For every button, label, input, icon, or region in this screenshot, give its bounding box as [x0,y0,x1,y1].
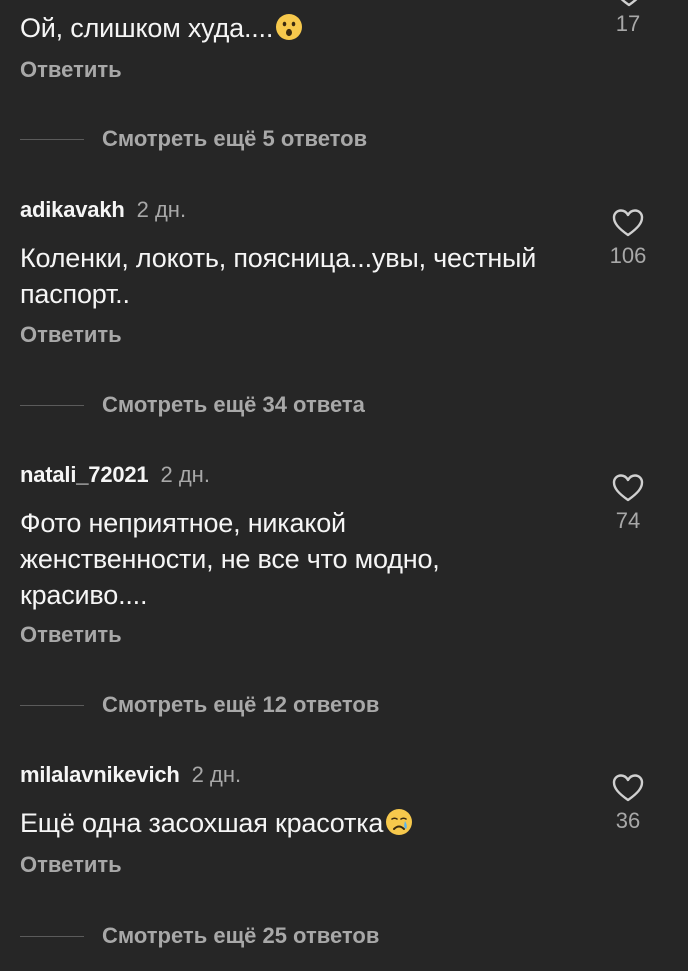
like-count: 36 [615,808,641,833]
comment-text: Ещё одна засохшая красотка [20,805,550,841]
like-column: 17 [598,10,658,38]
divider-line [20,138,84,140]
reply-button[interactable]: Ответить [20,621,122,649]
reply-button[interactable]: Ответить [20,56,122,84]
heart-icon[interactable] [612,473,644,503]
timestamp: 2 дн. [160,462,210,487]
username-link[interactable]: milalavnikevich [20,762,180,787]
comment-text-content: Ой, слишком худа.... [20,13,274,43]
crying-face-emoji [386,809,413,835]
username-link[interactable]: adikavakh [20,197,125,222]
divider-line [20,704,84,706]
view-replies-button[interactable]: Смотреть ещё 5 ответов [20,124,367,154]
timestamp: 2 дн. [191,762,242,787]
surprised-face-emoji [276,14,303,40]
comment-header: milalavnikevich 2 дн. [20,761,241,789]
like-column: 36 [598,773,658,835]
view-replies-label: Смотреть ещё 34 ответа [102,392,365,417]
divider-line [20,935,84,937]
like-column: 106 [598,208,658,270]
comment-3: milalavnikevich 2 дн. Ещё одна засохшая к… [0,761,688,971]
view-replies-label: Смотреть ещё 12 ответов [102,692,380,717]
comment-text: Ой, слишком худа.... [20,10,550,46]
like-column: 74 [598,473,658,535]
comment-2: natali_72021 2 дн. Фото неприятное, никак… [0,461,688,731]
like-count: 106 [609,243,647,268]
view-replies-button[interactable]: Смотреть ещё 34 ответа [20,390,365,420]
comment-header: adikavakh 2 дн. [20,196,186,224]
comment-1: adikavakh 2 дн. Коленки, локоть, поясница… [0,196,688,426]
like-count: 74 [615,508,641,533]
view-replies-button[interactable]: Смотреть ещё 12 ответов [20,690,379,720]
reply-button[interactable]: Ответить [20,321,122,349]
comment-text: Коленки, локоть, поясница...увы, честный… [20,243,537,309]
view-replies-label: Смотреть ещё 25 ответов [102,923,380,948]
heart-icon[interactable] [612,773,644,803]
like-count: 17 [615,11,641,36]
comment-header: natali_72021 2 дн. [20,461,210,489]
view-replies-label: Смотреть ещё 5 ответов [102,126,368,151]
heart-icon[interactable] [612,208,644,238]
username-link[interactable]: natali_72021 [20,462,149,487]
comment-text-content: Ещё одна засохшая красотка [20,808,384,838]
heart-icon[interactable] [613,0,645,8]
reply-button[interactable]: Ответить [20,851,122,879]
divider-line [20,404,84,406]
view-replies-button[interactable]: Смотреть ещё 25 ответов [20,921,379,951]
comment-0: Ой, слишком худа.... 17 Ответить Смотрет… [0,0,688,160]
comment-text: Фото неприятное, никакой женственности, … [20,508,440,610]
timestamp: 2 дн. [136,197,187,222]
